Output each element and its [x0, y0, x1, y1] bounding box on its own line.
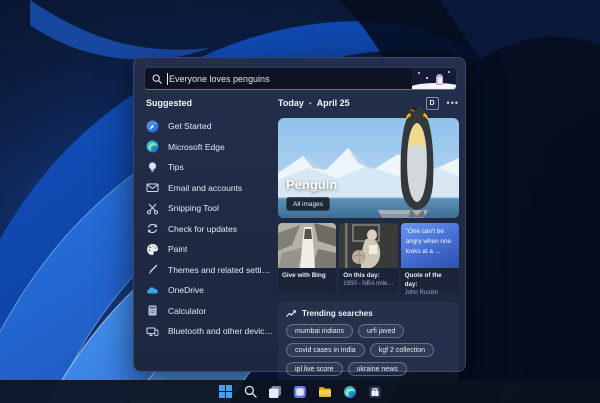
today-section: Today • April 25 D ••• Penguin All image… [278, 96, 459, 384]
trending-pill[interactable]: ukraine news [347, 362, 407, 376]
dot-separator: • [308, 98, 312, 108]
card-on-this-day[interactable]: On this day: 1950 - NBA miles... [339, 223, 398, 294]
today-date: April 25 [316, 98, 350, 108]
trending-pill[interactable]: urfi javed [358, 324, 405, 338]
all-images-button[interactable]: All images [286, 197, 330, 211]
on-this-day-image [339, 223, 398, 268]
card-give-with-bing[interactable]: Give with Bing [278, 223, 337, 294]
sidebar-item-themes-settings[interactable]: Themes and related settings [146, 260, 274, 281]
search-flyout-panel: Suggested Get Started Microsoft Edge Tip… [133, 57, 466, 384]
trending-pill[interactable]: kgf 2 collection [369, 343, 435, 357]
quote-card-background: "One can't be angry when one looks at a … [400, 223, 459, 268]
trending-pill[interactable]: ipl live score [286, 362, 343, 376]
sidebar-item-tips[interactable]: Tips [146, 157, 274, 178]
sidebar-item-label: Check for updates [168, 223, 237, 234]
get-started-icon [146, 120, 159, 133]
onedrive-icon [146, 284, 159, 297]
trending-title: Trending searches [302, 309, 373, 318]
search-icon[interactable] [242, 384, 258, 400]
card-caption-title: Quote of the day: [404, 272, 442, 289]
cards-row: Give with Bing On this day: 1950 - NBA m… [278, 223, 459, 294]
sidebar-item-label: Email and accounts [168, 182, 243, 193]
hero-card-penguin[interactable]: Penguin All images [278, 106, 459, 218]
paint-icon [146, 243, 159, 256]
edge-icon [146, 140, 159, 153]
sidebar-item-label: Snipping Tool [168, 203, 219, 214]
sidebar-item-microsoft-edge[interactable]: Microsoft Edge [146, 137, 274, 158]
card-caption: Give with Bing [282, 272, 326, 279]
card-caption-subtitle: 1950 - NBA miles... [343, 280, 394, 288]
sidebar-item-calculator[interactable]: Calculator [146, 301, 274, 322]
sidebar-item-email-accounts[interactable]: Email and accounts [146, 178, 274, 199]
snipping-tool-icon [146, 202, 159, 215]
quote-text: "One can't be angry when one looks at a … [405, 228, 452, 255]
sidebar-item-onedrive[interactable]: OneDrive [146, 280, 274, 301]
sidebar-item-label: Paint [168, 244, 188, 255]
give-with-bing-image [278, 223, 337, 268]
tips-icon [146, 161, 159, 174]
taskbar [0, 380, 600, 403]
today-label: Today [278, 98, 304, 108]
calculator-icon [146, 304, 159, 317]
sidebar-item-label: Microsoft Edge [168, 141, 225, 152]
trending-pill[interactable]: mumbai indians [286, 324, 354, 338]
task-view-icon[interactable] [267, 384, 283, 400]
suggested-section: Suggested Get Started Microsoft Edge Tip… [146, 98, 274, 342]
trending-searches-section: Trending searches mumbai indians urfi ja… [278, 302, 459, 384]
sidebar-item-label: Tips [168, 162, 184, 173]
file-explorer-icon[interactable] [317, 384, 333, 400]
sidebar-item-label: Get Started [168, 121, 212, 132]
more-options-icon[interactable]: ••• [447, 99, 459, 108]
search-input[interactable] [169, 73, 412, 84]
devices-icon [146, 325, 159, 338]
card-caption-subtitle: John Ruskin [404, 289, 439, 294]
sidebar-item-snipping-tool[interactable]: Snipping Tool [146, 198, 274, 219]
trending-pill[interactable]: covid cases in india [286, 343, 365, 357]
card-caption-title: On this day: [343, 272, 380, 279]
penguin-illustration [412, 68, 456, 89]
edge-icon[interactable] [342, 384, 358, 400]
desktop: { "search": { "value": "Everyone loves p… [0, 0, 600, 403]
sidebar-item-label: Bluetooth and other devices sett... [168, 326, 274, 337]
trending-pills: mumbai indians urfi javed covid cases in… [286, 324, 451, 376]
search-bar[interactable] [144, 67, 457, 90]
update-icon [146, 222, 159, 235]
suggested-title: Suggested [146, 98, 193, 108]
hero-title: Penguin [286, 177, 338, 192]
sidebar-item-bluetooth-devices[interactable]: Bluetooth and other devices sett... [146, 321, 274, 342]
store-icon[interactable] [367, 384, 383, 400]
penguin-image [400, 106, 434, 217]
widgets-icon[interactable] [292, 384, 308, 400]
sidebar-item-label: OneDrive [168, 285, 204, 296]
text-caret [167, 72, 168, 85]
sidebar-item-check-updates[interactable]: Check for updates [146, 219, 274, 240]
search-icon [152, 74, 162, 84]
trending-arrow-icon [286, 309, 296, 318]
sidebar-item-label: Themes and related settings [168, 264, 274, 275]
card-quote-of-the-day[interactable]: "One can't be angry when one looks at a … [400, 223, 459, 294]
email-icon [146, 181, 159, 194]
themes-icon [146, 263, 159, 276]
sidebar-item-paint[interactable]: Paint [146, 239, 274, 260]
sidebar-item-get-started[interactable]: Get Started [146, 116, 274, 137]
start-icon[interactable] [217, 384, 233, 400]
sidebar-item-label: Calculator [168, 305, 207, 316]
